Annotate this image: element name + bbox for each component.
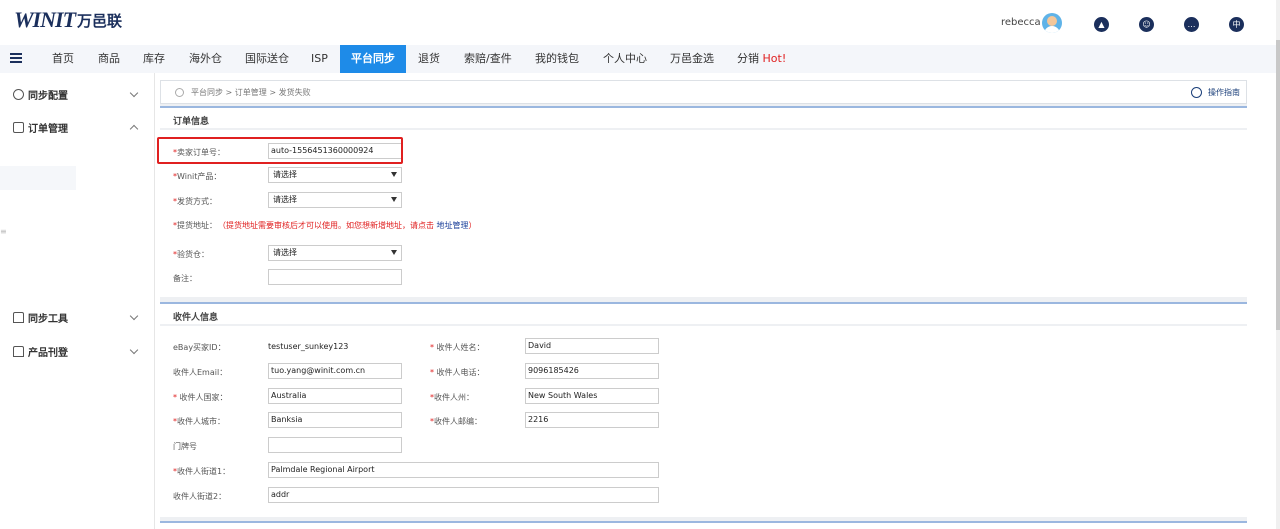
receiver-zip-label: *收件人邮编： xyxy=(430,417,482,426)
username[interactable]: rebecca xyxy=(1001,17,1041,28)
logo-text: WINIT xyxy=(14,7,76,32)
breadcrumb-path: 平台同步 > 订单管理 > 发货失败 xyxy=(191,88,311,97)
chevron-down-icon[interactable] xyxy=(129,88,139,98)
receiver-city-label: *收件人城市： xyxy=(173,417,225,426)
winit-logo[interactable]: WINIT 万邑联 xyxy=(14,7,123,32)
nav-item-isp[interactable]: ISP xyxy=(311,45,328,73)
winit-product-select[interactable]: 请选择 xyxy=(268,167,402,183)
remark-label: 备注： xyxy=(173,274,197,283)
receiver-zip-input[interactable]: 2216 xyxy=(525,412,659,428)
remark-input[interactable] xyxy=(268,269,402,285)
door-number-label: 门牌号 xyxy=(173,442,197,451)
nav-item-products[interactable]: 商品 xyxy=(98,45,120,73)
receiver-street1-label: *收件人街道1： xyxy=(173,467,231,476)
sidebar-item-sync-config[interactable]: 同步配置 xyxy=(13,87,68,102)
house-icon xyxy=(13,312,24,323)
order-info-title: 订单信息 xyxy=(173,117,210,127)
ebay-buyer-id-value: testuser_sunkey123 xyxy=(268,342,349,351)
nav-item-wallet[interactable]: 我的钱包 xyxy=(535,45,579,73)
nav-item-personal-center[interactable]: 个人中心 xyxy=(603,45,647,73)
scrollbar-thumb[interactable] xyxy=(1276,40,1280,330)
nav-item-home[interactable]: 首页 xyxy=(52,45,74,73)
chevron-up-icon[interactable] xyxy=(129,124,139,134)
winit-product-label: *Winit产品： xyxy=(173,172,222,181)
house-icon xyxy=(13,346,24,357)
next-panel-edge xyxy=(160,521,1247,529)
dropdown-arrow-icon xyxy=(391,250,397,255)
receiver-country-input[interactable]: Australia xyxy=(268,388,402,404)
receiver-info-title: 收件人信息 xyxy=(173,313,219,323)
chevron-down-icon[interactable] xyxy=(129,311,139,321)
sidebar: 同步配置 订单管理 ≡ 同步工具 产品刊登 xyxy=(0,73,155,529)
pickup-address-hint: （提货地址需要审核后才可以使用。如您想新增地址，请点击 地址管理） xyxy=(218,221,477,230)
operation-guide-link[interactable]: 操作指南 xyxy=(1191,87,1240,98)
nav-item-distribution[interactable]: 分销 Hot! xyxy=(737,45,786,73)
compass-icon xyxy=(1191,87,1202,98)
nav-item-platform-sync[interactable]: 平台同步 xyxy=(340,45,406,73)
nav-item-international[interactable]: 国际送仓 xyxy=(245,45,289,73)
upload-folder-icon[interactable]: ▲ xyxy=(1094,17,1109,32)
operation-guide-label: 操作指南 xyxy=(1208,88,1240,97)
language-icon[interactable]: 中 xyxy=(1229,17,1244,32)
cloud-sync-icon xyxy=(13,89,24,100)
ebay-buyer-id-label: eBay买家ID： xyxy=(173,343,226,352)
dropdown-arrow-icon xyxy=(391,197,397,202)
ship-method-select[interactable]: 请选择 xyxy=(268,192,402,208)
receiver-city-input[interactable]: Banksia xyxy=(268,412,402,428)
sidebar-subitem-selected[interactable] xyxy=(0,166,76,190)
sidebar-item-product-listing[interactable]: 产品刊登 xyxy=(13,344,68,359)
menu-toggle-icon[interactable] xyxy=(10,53,22,63)
nav-item-selection[interactable]: 万邑金选 xyxy=(670,45,714,73)
highlight-box xyxy=(157,137,403,164)
receiver-name-label: * 收件人姓名： xyxy=(430,343,485,352)
sidebar-item-label: 产品刊登 xyxy=(28,348,68,359)
sidebar-item-label: 订单管理 xyxy=(28,124,68,135)
order-info-panel: 订单信息 *卖家订单号： auto-1556451360000924 *Wini… xyxy=(157,106,1247,297)
breadcrumb: 平台同步 > 订单管理 > 发货失败 操作指南 xyxy=(160,80,1247,104)
header: WINIT 万邑联 rebecca ▲ ☺ … 中 xyxy=(0,0,1280,44)
receiver-phone-input[interactable]: 9096185426 xyxy=(525,363,659,379)
receiver-state-input[interactable]: New South Wales xyxy=(525,388,659,404)
collapse-handle[interactable]: ≡ xyxy=(0,227,7,236)
inspect-warehouse-label: *验货仓： xyxy=(173,250,209,259)
avatar[interactable] xyxy=(1042,13,1062,33)
top-nav: 首页 商品 库存 海外仓 国际送仓 ISP 平台同步 退货 索赔/查件 我的钱包… xyxy=(0,45,1276,73)
list-icon xyxy=(13,122,24,133)
location-icon xyxy=(175,88,184,97)
receiver-email-label: 收件人Email： xyxy=(173,368,228,377)
main-content: 平台同步 > 订单管理 > 发货失败 操作指南 订单信息 *卖家订单号： aut… xyxy=(157,80,1247,529)
receiver-country-label: * 收件人国家： xyxy=(173,393,228,402)
sidebar-item-sync-tools[interactable]: 同步工具 xyxy=(13,310,68,325)
ship-method-label: *发货方式： xyxy=(173,197,217,206)
message-icon[interactable]: … xyxy=(1184,17,1199,32)
receiver-phone-label: * 收件人电话： xyxy=(430,368,485,377)
receiver-email-input[interactable]: tuo.yang@winit.com.cn xyxy=(268,363,402,379)
address-management-link[interactable]: 地址管理 xyxy=(437,221,469,230)
sidebar-item-label: 同步配置 xyxy=(28,91,68,102)
page-scrollbar[interactable] xyxy=(1276,0,1280,529)
door-number-input[interactable] xyxy=(268,437,402,453)
receiver-street2-label: 收件人街道2： xyxy=(173,492,227,501)
receiver-street2-input[interactable]: addr xyxy=(268,487,659,503)
logo-cn-text: 万邑联 xyxy=(77,11,123,30)
dropdown-arrow-icon xyxy=(391,172,397,177)
nav-item-returns[interactable]: 退货 xyxy=(418,45,440,73)
chevron-down-icon[interactable] xyxy=(129,345,139,355)
nav-distribution-label: 分销 xyxy=(737,52,759,65)
receiver-street1-input[interactable]: Palmdale Regional Airport xyxy=(268,462,659,478)
sidebar-item-label: 同步工具 xyxy=(28,314,68,325)
sidebar-item-order-management[interactable]: 订单管理 xyxy=(13,120,68,135)
nav-item-claims[interactable]: 索赔/查件 xyxy=(464,45,512,73)
receiver-state-label: *收件人州： xyxy=(430,393,474,402)
nav-item-overseas-warehouse[interactable]: 海外仓 xyxy=(189,45,222,73)
receiver-name-input[interactable]: David xyxy=(525,338,659,354)
inspect-warehouse-select[interactable]: 请选择 xyxy=(268,245,402,261)
nav-item-inventory[interactable]: 库存 xyxy=(143,45,165,73)
receiver-info-panel: 收件人信息 eBay买家ID： testuser_sunkey123 * 收件人… xyxy=(160,302,1247,517)
pickup-address-label: *提货地址： xyxy=(173,221,217,230)
customer-service-icon[interactable]: ☺ xyxy=(1139,17,1154,32)
hot-badge: Hot! xyxy=(762,52,787,65)
